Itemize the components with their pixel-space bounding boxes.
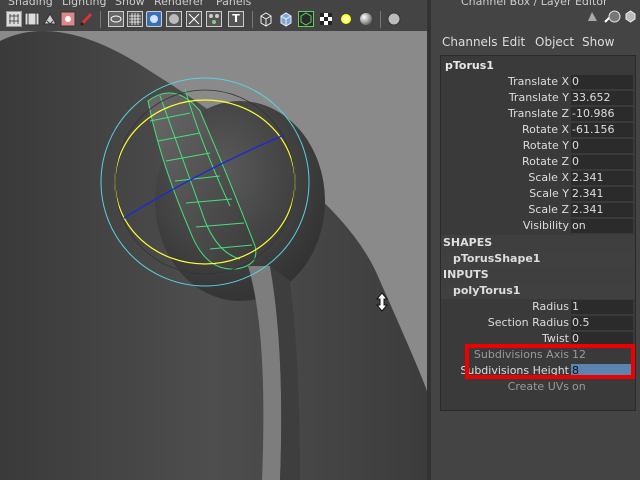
channel-row[interactable]: Scale X 2.341 [441, 170, 635, 186]
menu-lighting[interactable]: Lighting [62, 0, 106, 8]
cube-shaded-icon[interactable] [278, 11, 294, 27]
channel-value[interactable]: 2.341 [571, 203, 633, 217]
cube-select-icon[interactable] [298, 11, 314, 27]
channel-box-title: Channel Box / Layer Editor [461, 0, 608, 8]
channel-row[interactable]: Visibility on [441, 218, 635, 234]
channel-value[interactable]: 0 [571, 139, 633, 153]
texture-icon[interactable] [206, 11, 222, 27]
panel-toolbar: T [0, 8, 427, 31]
channel-label: Rotate Y [522, 139, 569, 152]
section-label: SHAPES [443, 236, 493, 249]
text-icon[interactable]: T [228, 11, 244, 27]
checker-icon[interactable] [318, 11, 334, 27]
grid-icon[interactable] [6, 11, 22, 27]
menu-show[interactable]: Show [115, 0, 145, 8]
camera-move-icon[interactable] [42, 11, 58, 27]
sphere-icon[interactable] [358, 11, 374, 27]
menu-channels[interactable]: Channels [442, 35, 498, 49]
menu-renderer[interactable]: Renderer [154, 0, 204, 8]
channel-label: Translate Y [508, 91, 569, 104]
paint-icon[interactable] [60, 11, 76, 27]
channel-box-menubar: Channels Edit Object Show [431, 30, 640, 52]
channel-value[interactable]: -61.156 [571, 123, 633, 137]
render-icon[interactable] [386, 11, 402, 27]
channel-row[interactable]: Scale Y 2.341 [441, 186, 635, 202]
input-row[interactable]: Section Radius 0.5 [441, 315, 635, 331]
menu-edit[interactable]: Edit [502, 35, 525, 49]
grid-display-icon[interactable] [127, 11, 143, 27]
shape-node-label: pTorusShape1 [453, 252, 541, 265]
scene-render [0, 31, 427, 480]
circle-icon[interactable] [166, 11, 182, 27]
3d-scene[interactable]: x [0, 31, 427, 480]
channel-label: Scale X [528, 171, 569, 184]
input-row[interactable]: Radius 1 [441, 299, 635, 315]
section-label: INPUTS [443, 268, 489, 281]
input-label: Section Radius [487, 316, 569, 329]
input-node-label: polyTorus1 [453, 284, 521, 297]
input-value[interactable]: 1 [571, 300, 633, 314]
input-value[interactable]: on [571, 380, 633, 394]
menu-show[interactable]: Show [582, 35, 614, 49]
channel-label: Rotate X [521, 123, 569, 136]
viewport-panel: Shading Lighting Show Renderer Panels T [0, 0, 427, 480]
input-node[interactable]: polyTorus1 [441, 283, 635, 299]
input-label: Radius [532, 300, 569, 313]
brush-icon[interactable] [78, 11, 94, 27]
channel-label: Rotate Z [521, 155, 569, 168]
channel-label: Translate X [508, 75, 569, 88]
channel-row[interactable]: Translate Z -10.986 [441, 106, 635, 122]
move-cursor-icon [372, 292, 392, 312]
channel-row[interactable]: Translate Y 33.652 [441, 90, 635, 106]
channel-value[interactable]: -10.986 [571, 107, 633, 121]
smooth-shade-icon[interactable] [146, 11, 162, 27]
input-value[interactable]: 0.5 [571, 316, 633, 330]
panel-menubar: Shading Lighting Show Renderer Panels [0, 0, 427, 8]
channel-label: Translate Z [508, 107, 569, 120]
layer-editor-icon[interactable] [624, 10, 637, 23]
channel-value[interactable]: 33.652 [571, 91, 633, 105]
channel-label: Visibility [522, 219, 569, 232]
channel-row[interactable]: Translate X0 [441, 74, 635, 90]
channel-value[interactable]: 2.341 [571, 171, 633, 185]
light-icon[interactable] [338, 11, 354, 27]
input-label: Create UVs [507, 380, 569, 393]
film-icon[interactable] [24, 11, 40, 27]
shape-node[interactable]: pTorusShape1 [441, 251, 635, 267]
channel-value[interactable]: 2.341 [571, 187, 633, 201]
channel-row[interactable]: Rotate X -61.156 [441, 122, 635, 138]
channel-box: Channel Box / Layer Editor Channels Edit… [431, 0, 640, 480]
inputs-section-header: INPUTS [441, 267, 635, 283]
cube-wire-icon[interactable] [258, 11, 274, 27]
channel-value[interactable]: 0 [571, 155, 633, 169]
menu-shading[interactable]: Shading [8, 0, 53, 8]
attribute-editor-icon[interactable] [586, 10, 599, 23]
isolate-icon[interactable] [186, 11, 202, 27]
channel-label: Scale Z [528, 203, 569, 216]
channel-value[interactable]: 0 [571, 75, 633, 89]
menu-object[interactable]: Object [535, 35, 574, 49]
shapes-section-header: SHAPES [441, 235, 635, 251]
channel-row[interactable]: Rotate Z0 [441, 154, 635, 170]
object-name[interactable]: pTorus1 [445, 59, 494, 72]
channel-row[interactable]: Rotate Y0 [441, 138, 635, 154]
highlight-annotation [465, 344, 635, 379]
channel-label: Scale Y [529, 187, 569, 200]
channel-value[interactable]: on [571, 219, 633, 233]
input-row[interactable]: Create UVs on [441, 379, 635, 395]
wireframe-icon[interactable] [108, 11, 124, 27]
channel-box-toggle-icon[interactable] [608, 10, 621, 23]
channel-row[interactable]: Scale Z 2.341 [441, 202, 635, 218]
menu-panels[interactable]: Panels [216, 0, 251, 8]
